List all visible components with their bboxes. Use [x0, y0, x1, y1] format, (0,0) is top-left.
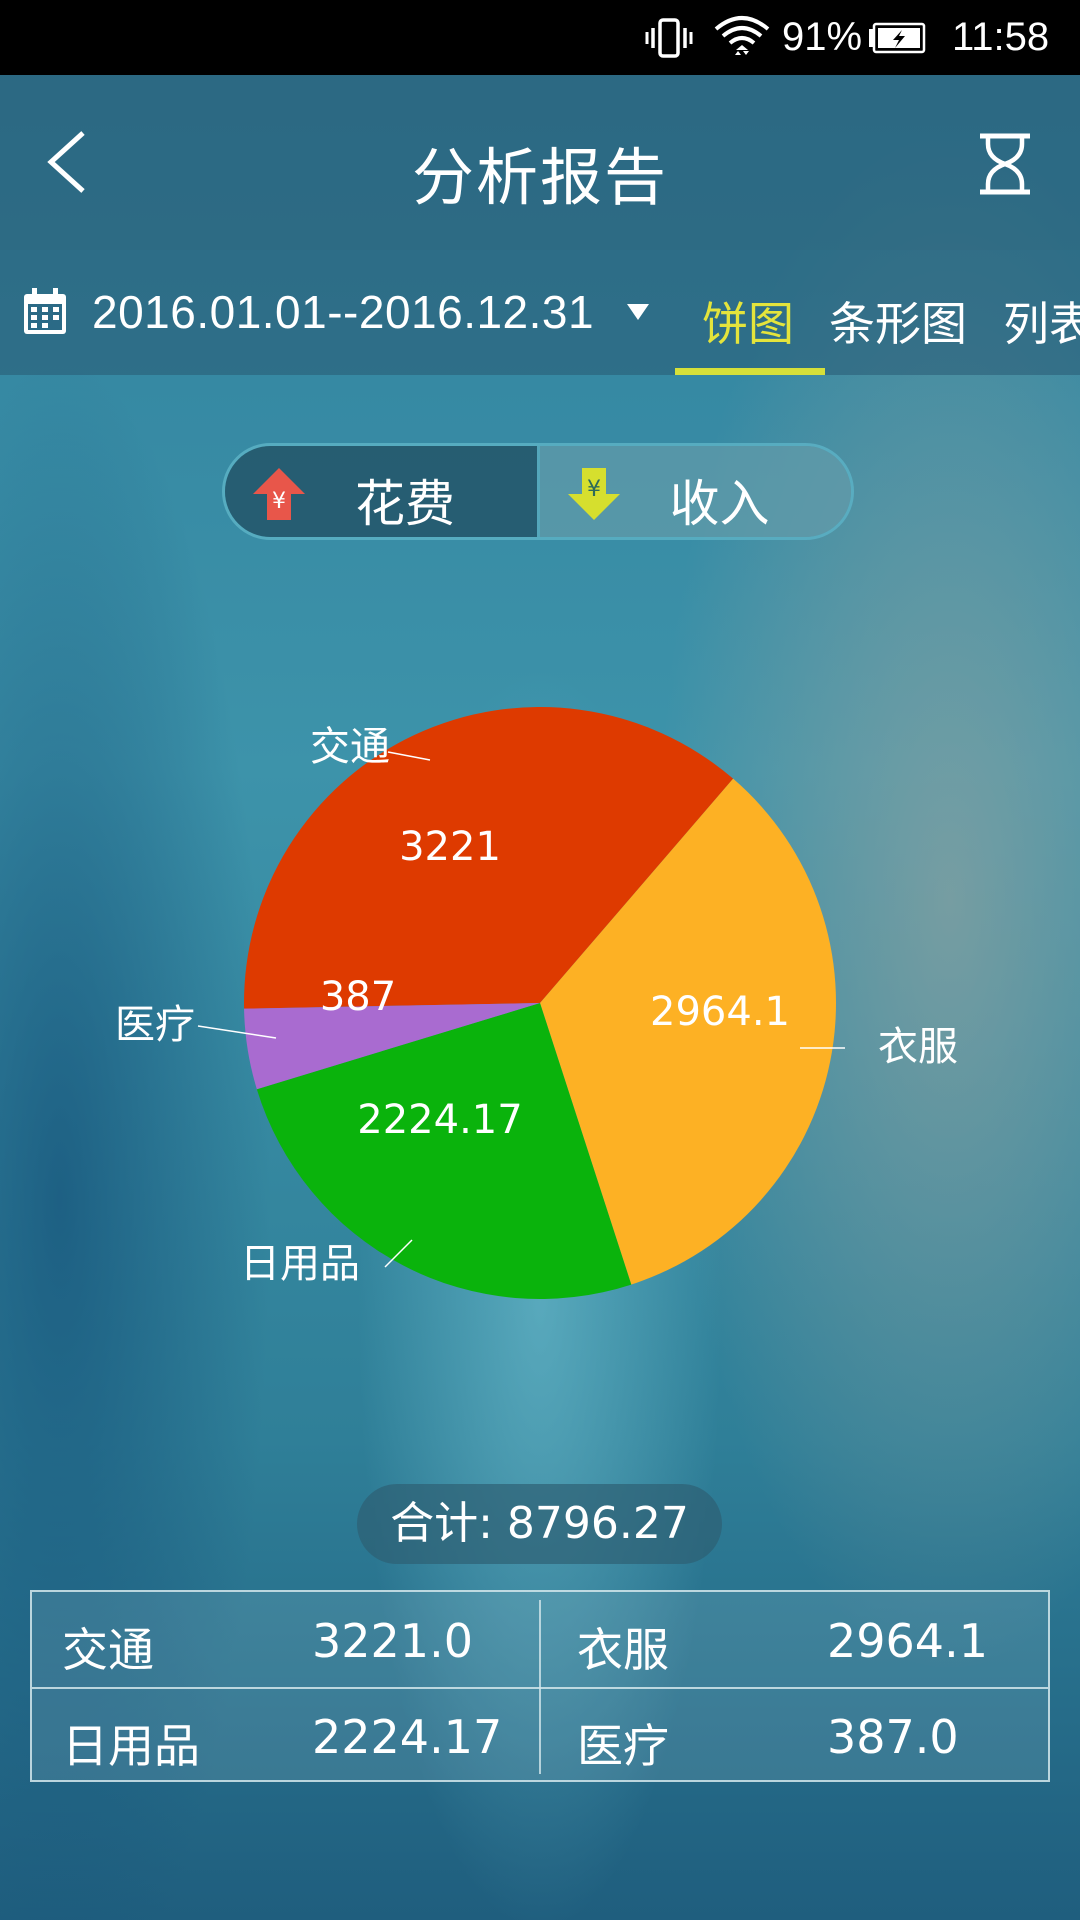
- income-label: 收入: [669, 475, 770, 533]
- calendar-icon[interactable]: [22, 288, 68, 336]
- slice-value-label: 2964.1: [650, 989, 790, 1035]
- analysis-report-screen: 91% 11:58 分析报告 2016.01.01--2016.12.31 饼图…: [0, 0, 1080, 1920]
- total-amount: 合计: 8796.27: [357, 1484, 722, 1564]
- dropdown-arrow-icon[interactable]: [625, 302, 651, 322]
- battery-percent: 91%: [782, 15, 863, 59]
- expense-income-toggle: ¥ 花费 ¥ 收入: [222, 443, 854, 540]
- hourglass-icon: [980, 133, 1030, 195]
- slice-value-label: 3221: [399, 824, 501, 870]
- hourglass-button[interactable]: [975, 130, 1035, 200]
- summary-category-value: 3221.0: [312, 1614, 473, 1668]
- summary-category-name: 衣服: [577, 1623, 669, 1677]
- income-down-arrow-icon: ¥: [567, 468, 620, 520]
- tab-pie-chart[interactable]: 饼图: [702, 288, 794, 354]
- filter-tab-bar: 2016.01.01--2016.12.31 饼图 条形图 列表: [0, 250, 1080, 375]
- summary-category-value: 2964.1: [827, 1614, 988, 1668]
- tab-list[interactable]: 列表: [1003, 288, 1080, 354]
- clock: 11:58: [952, 15, 1050, 59]
- svg-text:¥: ¥: [587, 477, 601, 502]
- svg-text:¥: ¥: [272, 489, 286, 514]
- expense-up-arrow-icon: ¥: [253, 468, 305, 520]
- income-button[interactable]: ¥ 收入: [539, 446, 851, 537]
- table-divider: [539, 1600, 541, 1774]
- status-bar: 91% 11:58: [0, 0, 1080, 75]
- slice-category-label: 日用品: [240, 1241, 360, 1287]
- slice-category-label: 医疗: [115, 1002, 195, 1048]
- summary-category-value: 387.0: [827, 1710, 959, 1764]
- summary-category-name: 日用品: [62, 1719, 200, 1773]
- page-title: 分析报告: [411, 141, 668, 214]
- slice-value-label: 2224.17: [357, 1097, 522, 1143]
- summary-category-name: 交通: [62, 1623, 154, 1677]
- slice-category-label: 交通: [310, 724, 390, 770]
- active-tab-indicator: [675, 368, 825, 375]
- tab-bar-chart[interactable]: 条形图: [829, 288, 967, 354]
- date-range-selector[interactable]: 2016.01.01--2016.12.31: [92, 285, 594, 339]
- summary-table: 交通 3221.0 衣服 2964.1 日用品 2224.17 医疗 387.0: [30, 1590, 1050, 1782]
- pie-chart: 3221 交通 2964.1 衣服 2224.17 日用品 387 医疗: [115, 707, 958, 1299]
- slice-category-label: 衣服: [878, 1024, 958, 1070]
- app-header: 分析报告: [0, 75, 1080, 250]
- wifi-icon: [714, 0, 770, 75]
- vibrate-icon: [645, 0, 693, 75]
- battery-charging-icon: [868, 0, 926, 75]
- summary-category-name: 医疗: [577, 1719, 669, 1773]
- expense-button[interactable]: ¥ 花费: [225, 446, 540, 537]
- expense-label: 花费: [355, 475, 455, 533]
- slice-value-label: 387: [320, 974, 396, 1020]
- summary-category-value: 2224.17: [312, 1710, 503, 1764]
